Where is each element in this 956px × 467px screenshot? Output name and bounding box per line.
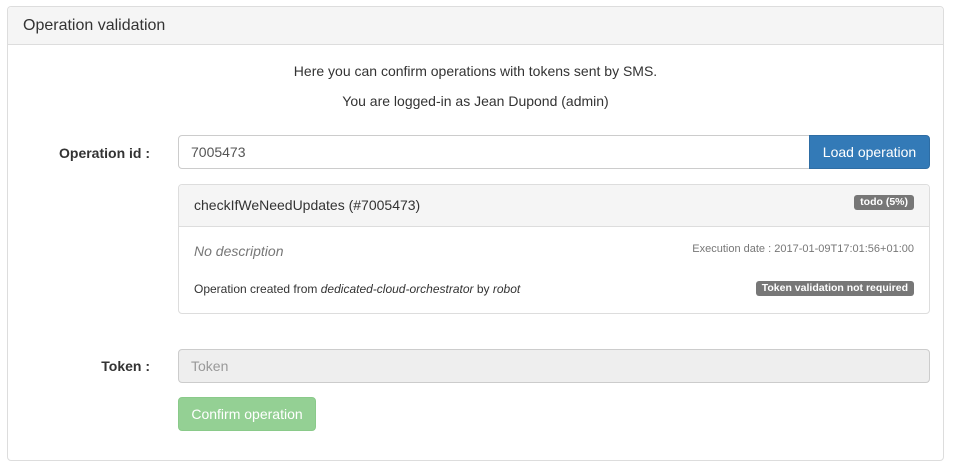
panel-heading: Operation validation [8, 7, 943, 45]
execution-date: Execution date : 2017-01-09T17:01:56+01:… [692, 243, 914, 255]
created-by: robot [492, 282, 521, 296]
operation-validation-panel: Operation validation Here you can confir… [7, 6, 944, 461]
operation-details-panel: checkIfWeNeedUpdates (#7005473) todo (5%… [178, 184, 930, 314]
token-input[interactable] [178, 349, 930, 383]
token-label: Token : [101, 358, 150, 374]
operation-details-heading: checkIfWeNeedUpdates (#7005473) todo (5%… [179, 185, 929, 227]
panel-title: Operation validation [23, 17, 166, 34]
created-by-word: by [476, 282, 490, 296]
logged-in-text: You are logged-in as Jean Dupond (admin) [342, 93, 609, 109]
execution-date-value: 2017-01-09T17:01:56+01:00 [774, 243, 914, 255]
operation-description: No description [194, 243, 284, 259]
status-badge: todo (5%) [854, 195, 914, 210]
intro-text: Here you can confirm operations with tok… [293, 63, 658, 79]
operation-id-input[interactable] [178, 135, 810, 169]
created-source: dedicated-cloud-orchestrator [320, 282, 474, 296]
execution-date-label: Execution date : [692, 243, 772, 255]
token-validation-badge: Token validation not required [755, 281, 914, 296]
confirm-operation-button[interactable]: Confirm operation [178, 397, 316, 431]
created-prefix: Operation created from [194, 282, 318, 296]
operation-title: checkIfWeNeedUpdates (#7005473) [194, 197, 421, 213]
operation-created-info: Operation created from dedicated-cloud-o… [194, 282, 520, 296]
operation-id-label: Operation id : [59, 145, 150, 161]
load-operation-button[interactable]: Load operation [809, 135, 930, 169]
